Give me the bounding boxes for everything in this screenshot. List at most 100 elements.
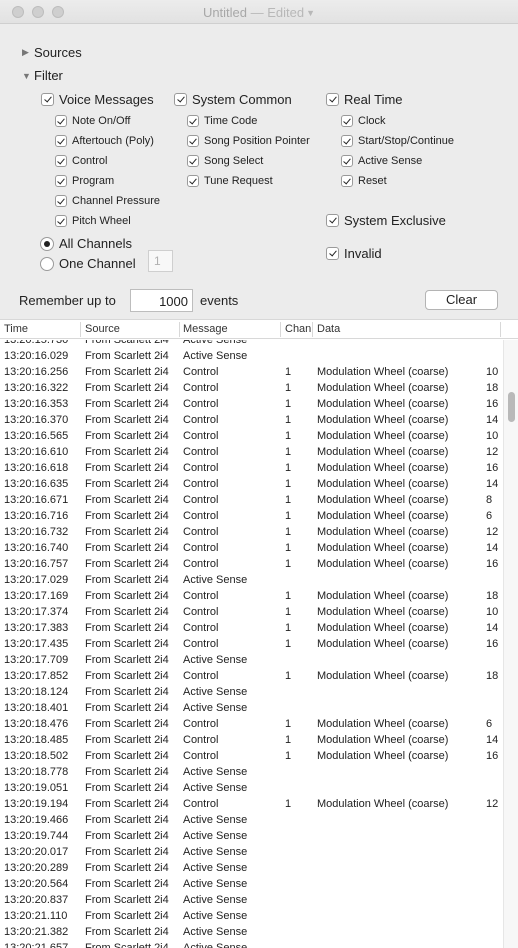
table-row[interactable]: 13:20:20.564 From Scarlett 2i4 Active Sens… <box>0 877 503 893</box>
cell-data: Modulation Wheel (coarse) <box>317 606 449 618</box>
table-row[interactable]: 13:20:16.256 From Scarlett 2i4 Control 1 Mod… <box>0 365 503 381</box>
cell-chan: 1 <box>285 510 292 522</box>
time-code-checkbox[interactable]: Time Code <box>187 115 257 127</box>
table-row[interactable]: 13:20:20.017 From Scarlett 2i4 Active Sens… <box>0 845 503 861</box>
cell-chan: 1 <box>285 398 292 410</box>
table-row[interactable]: 13:20:16.635 From Scarlett 2i4 Control 1 Mod… <box>0 477 503 493</box>
table-row[interactable]: 13:20:17.852 From Scarlett 2i4 Control 1 Mod… <box>0 669 503 685</box>
song-select-checkbox[interactable]: Song Select <box>187 155 263 167</box>
column-header-time[interactable]: Time <box>4 323 28 335</box>
start-stop-continue-checkbox[interactable]: Start/Stop/Continue <box>341 135 454 147</box>
table-row[interactable]: 13:20:18.476 From Scarlett 2i4 Control 1 Mod… <box>0 717 503 733</box>
sources-disclosure[interactable]: ▶ Sources <box>22 45 82 60</box>
control-checkbox[interactable]: Control <box>55 155 107 167</box>
cell-value: 14 <box>486 478 499 490</box>
cell-time: 13:20:16.370 <box>4 414 69 426</box>
table-row[interactable]: 13:20:20.289 From Scarlett 2i4 Active Sens… <box>0 861 503 877</box>
table-row[interactable]: 13:20:16.618 From Scarlett 2i4 Control 1 Mod… <box>0 461 503 477</box>
table-row[interactable]: 13:20:16.610 From Scarlett 2i4 Control 1 Mod… <box>0 445 503 461</box>
table-row[interactable]: 13:20:17.709 From Scarlett 2i4 Active Sens… <box>0 653 503 669</box>
table-row[interactable]: 13:20:18.124 From Scarlett 2i4 Active Sens… <box>0 685 503 701</box>
table-row[interactable]: 13:20:16.740 From Scarlett 2i4 Control 1 Mod… <box>0 541 503 557</box>
cell-source: From Scarlett 2i4 <box>85 814 169 826</box>
column-divider[interactable] <box>179 322 180 337</box>
cell-source: From Scarlett 2i4 <box>85 430 169 442</box>
window-title[interactable]: Untitled — Edited ▼ <box>0 5 518 20</box>
column-divider[interactable] <box>312 322 313 337</box>
table-row[interactable]: 13:20:16.029 From Scarlett 2i4 Active Sens… <box>0 349 503 365</box>
table-row[interactable]: 13:20:19.466 From Scarlett 2i4 Active Sens… <box>0 813 503 829</box>
channel-number-field[interactable]: 1 <box>148 250 173 272</box>
real-time-checkbox[interactable]: Real Time <box>326 92 403 107</box>
table-row[interactable]: 13:20:16.370 From Scarlett 2i4 Control 1 Mod… <box>0 413 503 429</box>
column-divider[interactable] <box>80 322 81 337</box>
one-channel-radio[interactable]: One Channel <box>40 256 136 271</box>
table-row[interactable]: 13:20:18.502 From Scarlett 2i4 Control 1 Mod… <box>0 749 503 765</box>
checkbox-label: Clock <box>358 115 386 127</box>
active-sense-checkbox[interactable]: Active Sense <box>341 155 422 167</box>
song-position-pointer-checkbox[interactable]: Song Position Pointer <box>187 135 310 147</box>
clock-checkbox[interactable]: Clock <box>341 115 386 127</box>
table-row[interactable]: 13:20:21.110 From Scarlett 2i4 Active Sens… <box>0 909 503 925</box>
checkbox-checked-icon <box>55 175 67 187</box>
filter-disclosure[interactable]: ▼ Filter <box>22 68 63 83</box>
cell-time: 13:20:20.837 <box>4 894 69 906</box>
cell-time: 13:20:17.029 <box>4 574 69 586</box>
column-header-source[interactable]: Source <box>85 323 120 335</box>
document-name: Untitled <box>202 5 248 20</box>
voice-messages-checkbox[interactable]: Voice Messages <box>41 92 154 107</box>
cell-source: From Scarlett 2i4 <box>85 830 169 842</box>
table-row[interactable]: 13:20:17.029 From Scarlett 2i4 Active Sens… <box>0 573 503 589</box>
table-row[interactable]: 13:20:16.565 From Scarlett 2i4 Control 1 Mod… <box>0 429 503 445</box>
table-row[interactable]: 13:20:16.322 From Scarlett 2i4 Control 1 Mod… <box>0 381 503 397</box>
program-checkbox[interactable]: Program <box>55 175 114 187</box>
aftertouch-poly-checkbox[interactable]: Aftertouch (Poly) <box>55 135 154 147</box>
column-divider[interactable] <box>500 322 501 337</box>
cell-source: From Scarlett 2i4 <box>85 478 169 490</box>
cell-message: Control <box>183 606 219 618</box>
cell-chan: 1 <box>285 622 292 634</box>
table-row[interactable]: 13:20:19.194 From Scarlett 2i4 Control 1 Mod… <box>0 797 503 813</box>
table-row[interactable]: 13:20:21.657 From Scarlett 2i4 Active Sens… <box>0 941 503 948</box>
table-row[interactable]: 13:20:16.671 From Scarlett 2i4 Control 1 Mod… <box>0 493 503 509</box>
cell-source: From Scarlett 2i4 <box>85 798 169 810</box>
table-row[interactable]: 13:20:16.716 From Scarlett 2i4 Control 1 Mod… <box>0 509 503 525</box>
table-row[interactable]: 13:20:16.353 From Scarlett 2i4 Control 1 Mod… <box>0 397 503 413</box>
table-row[interactable]: 13:20:21.382 From Scarlett 2i4 Active Sens… <box>0 925 503 941</box>
table-row[interactable]: 13:20:16.732 From Scarlett 2i4 Control 1 Mod… <box>0 525 503 541</box>
all-channels-radio[interactable]: All Channels <box>40 236 132 251</box>
table-row[interactable]: 13:20:17.383 From Scarlett 2i4 Control 1 Mod… <box>0 621 503 637</box>
system-common-checkbox[interactable]: System Common <box>174 92 292 107</box>
invalid-checkbox[interactable]: Invalid <box>326 246 382 261</box>
checkbox-checked-icon <box>174 93 187 106</box>
reset-checkbox[interactable]: Reset <box>341 175 387 187</box>
system-exclusive-checkbox[interactable]: System Exclusive <box>326 213 446 228</box>
scrollbar-thumb[interactable] <box>508 392 515 422</box>
table-row[interactable]: 13:20:20.837 From Scarlett 2i4 Active Sens… <box>0 893 503 909</box>
table-row[interactable]: 13:20:17.169 From Scarlett 2i4 Control 1 Mod… <box>0 589 503 605</box>
column-header-chan[interactable]: Chan <box>285 323 311 335</box>
note-on-off-checkbox[interactable]: Note On/Off <box>55 115 131 127</box>
table-row[interactable]: 13:20:16.757 From Scarlett 2i4 Control 1 Mod… <box>0 557 503 573</box>
clear-button[interactable]: Clear <box>425 290 498 310</box>
events-count-field[interactable]: 1000 <box>130 289 193 312</box>
table-row[interactable]: 13:20:19.744 From Scarlett 2i4 Active Sens… <box>0 829 503 845</box>
table-row[interactable]: 13:20:18.401 From Scarlett 2i4 Active Sens… <box>0 701 503 717</box>
column-divider[interactable] <box>280 322 281 337</box>
vertical-scrollbar[interactable] <box>503 340 518 948</box>
table-row[interactable]: 13:20:19.051 From Scarlett 2i4 Active Sens… <box>0 781 503 797</box>
table-row[interactable]: 13:20:15.730 From Scarlett 2i4 Active Sens… <box>0 340 503 349</box>
table-row[interactable]: 13:20:18.778 From Scarlett 2i4 Active Sens… <box>0 765 503 781</box>
event-list[interactable]: 13:20:15.730 From Scarlett 2i4 Active Sens… <box>0 340 503 948</box>
table-row[interactable]: 13:20:17.435 From Scarlett 2i4 Control 1 Mod… <box>0 637 503 653</box>
cell-message: Active Sense <box>183 654 248 666</box>
column-header-data[interactable]: Data <box>317 323 340 335</box>
table-row[interactable]: 13:20:18.485 From Scarlett 2i4 Control 1 Mod… <box>0 733 503 749</box>
cell-message: Active Sense <box>183 846 248 858</box>
table-row[interactable]: 13:20:17.374 From Scarlett 2i4 Control 1 Mod… <box>0 605 503 621</box>
channel-pressure-checkbox[interactable]: Channel Pressure <box>55 195 160 207</box>
pitch-wheel-checkbox[interactable]: Pitch Wheel <box>55 215 131 227</box>
column-header-message[interactable]: Message <box>183 323 228 335</box>
remember-label: Remember up to <box>19 293 116 308</box>
tune-request-checkbox[interactable]: Tune Request <box>187 175 273 187</box>
